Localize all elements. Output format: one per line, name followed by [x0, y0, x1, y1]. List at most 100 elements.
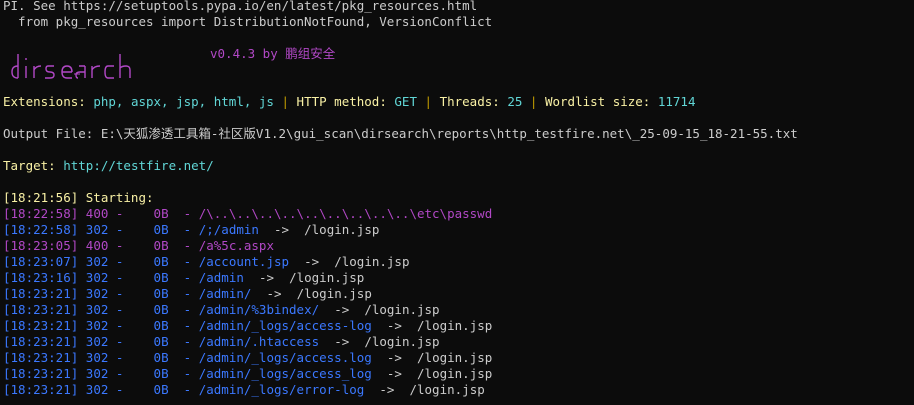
- redirect-arrow: ->: [274, 222, 290, 237]
- result-redirect: /login.jsp: [296, 286, 372, 301]
- result-path: - /admin/%3bindex/: [183, 302, 320, 317]
- result-redirect-group: -> /login.jsp: [372, 366, 492, 381]
- result-time: [18:22:58]: [3, 222, 79, 237]
- result-size: 0B: [153, 238, 169, 253]
- result-time: [18:23:16]: [3, 270, 79, 285]
- result-time: [18:22:58]: [3, 206, 79, 221]
- result-row: [18:23:05] 400 - 0B - /a%5c.aspx: [3, 238, 274, 254]
- extensions-value: php, aspx, jsp, html, js: [93, 94, 274, 109]
- result-path: - /admin/.htaccess: [183, 334, 320, 349]
- threads-label: Threads:: [439, 94, 500, 109]
- result-row: [18:23:21] 302 - 0B - /admin/.htaccess -…: [3, 334, 440, 350]
- result-time: [18:23:21]: [3, 302, 79, 317]
- result-redirect-group: -> /login.jsp: [259, 222, 379, 237]
- target-label: Target:: [3, 158, 56, 173]
- starting-line: [18:21:56] Starting:: [3, 190, 154, 205]
- separator: |: [529, 94, 538, 109]
- result-status: 400 -: [85, 238, 124, 253]
- result-path: - /admin/_logs/access_log: [183, 366, 372, 381]
- result-row: [18:23:21] 302 - 0B - /admin/ -> /login.…: [3, 286, 372, 302]
- output-file-line: Output File: E:\天狐渗透工具箱-社区版V1.2\gui_scan…: [3, 126, 798, 141]
- wordlist-value: 11714: [657, 94, 696, 109]
- target-url: http://testfire.net/: [63, 158, 214, 173]
- result-time: [18:23:07]: [3, 254, 79, 269]
- result-path: - /admin/_logs/access.log: [183, 350, 372, 365]
- redirect-arrow: ->: [386, 318, 402, 333]
- result-status: 302 -: [85, 382, 124, 397]
- method-value: GET: [394, 94, 417, 109]
- result-status: 302 -: [85, 334, 124, 349]
- redirect-arrow: ->: [379, 382, 395, 397]
- result-row: [18:23:21] 302 - 0B - /admin/_logs/error…: [3, 382, 485, 398]
- result-size: 0B: [153, 254, 169, 269]
- result-path: - /admin/: [183, 286, 252, 301]
- result-size: 0B: [153, 270, 169, 285]
- redirect-arrow: ->: [386, 350, 402, 365]
- result-redirect-group: -> /login.jsp: [289, 254, 409, 269]
- dirsearch-logo: [11, 54, 131, 79]
- result-path: - /;/admin: [183, 222, 259, 237]
- result-row: [18:23:21] 302 - 0B - /admin/_logs/acces…: [3, 318, 492, 334]
- result-status: 302 -: [85, 270, 124, 285]
- result-path: - /\..\..\..\..\..\..\..\..\..\etc\passw…: [183, 206, 493, 221]
- result-size: 0B: [153, 366, 169, 381]
- result-size: 0B: [153, 206, 169, 221]
- result-size: 0B: [153, 222, 169, 237]
- result-redirect: /login.jsp: [334, 254, 410, 269]
- result-row: [18:23:21] 302 - 0B - /admin/%3bindex/ -…: [3, 302, 440, 318]
- result-redirect: /login.jsp: [409, 382, 485, 397]
- result-redirect-group: -> /login.jsp: [372, 350, 492, 365]
- result-path: - /admin: [183, 270, 244, 285]
- result-status: 302 -: [85, 254, 124, 269]
- result-size: 0B: [153, 318, 169, 333]
- result-status: 302 -: [85, 318, 124, 333]
- result-time: [18:23:21]: [3, 366, 79, 381]
- redirect-arrow: ->: [304, 254, 320, 269]
- extensions-label: Extensions:: [3, 94, 86, 109]
- result-path: - /admin/_logs/error-log: [183, 382, 365, 397]
- wordlist-label: Wordlist size:: [544, 94, 651, 109]
- separator: |: [281, 94, 290, 109]
- result-time: [18:23:21]: [3, 350, 79, 365]
- result-redirect: /login.jsp: [417, 350, 493, 365]
- result-time: [18:23:21]: [3, 318, 79, 333]
- result-redirect-group: -> /login.jsp: [372, 318, 492, 333]
- terminal-window[interactable]: PI. See https://setuptools.pypa.io/en/la…: [0, 0, 914, 405]
- redirect-arrow: ->: [258, 270, 275, 285]
- warning-line-1: PI. See https://setuptools.pypa.io/en/la…: [3, 0, 478, 13]
- result-status: 302 -: [85, 350, 124, 365]
- result-status: 302 -: [85, 286, 124, 301]
- result-size: 0B: [153, 382, 169, 397]
- separator: |: [424, 94, 433, 109]
- result-time: [18:23:21]: [3, 334, 79, 349]
- redirect-arrow: ->: [334, 334, 350, 349]
- result-status: 302 -: [85, 302, 124, 317]
- method-label: HTTP method:: [296, 94, 387, 109]
- result-path: - /a%5c.aspx: [183, 238, 274, 253]
- config-line: Extensions: php, aspx, jsp, html, js | H…: [3, 94, 696, 110]
- result-row: [18:23:07] 302 - 0B - /account.jsp -> /l…: [3, 254, 409, 270]
- result-row: [18:22:58] 400 - 0B - /\..\..\..\..\..\.…: [3, 206, 492, 222]
- result-size: 0B: [153, 350, 169, 365]
- result-row: [18:23:21] 302 - 0B - /admin/_logs/acces…: [3, 366, 492, 382]
- redirect-arrow: ->: [386, 366, 402, 381]
- result-path: - /account.jsp: [183, 254, 290, 269]
- result-size: 0B: [153, 302, 169, 317]
- version-label: v0.4.3 by 鹏组安全: [210, 46, 336, 61]
- result-redirect-group: -> /login.jsp: [364, 382, 484, 397]
- result-status: 302 -: [85, 222, 124, 237]
- warning-line-2: from pkg_resources import DistributionNo…: [3, 14, 493, 29]
- result-size: 0B: [153, 334, 169, 349]
- result-size: 0B: [153, 286, 169, 301]
- result-status: 302 -: [85, 366, 124, 381]
- result-row: [18:22:58] 302 - 0B - /;/admin -> /login…: [3, 222, 379, 238]
- result-time: [18:23:21]: [3, 286, 79, 301]
- redirect-arrow: ->: [266, 286, 282, 301]
- result-redirect: /login.jsp: [364, 302, 440, 317]
- target-line: Target: http://testfire.net/: [3, 158, 214, 174]
- result-status: 400 -: [85, 206, 124, 221]
- result-redirect: /login.jsp: [417, 318, 493, 333]
- result-redirect-group: -> /login.jsp: [244, 270, 364, 285]
- result-row: [18:23:21] 302 - 0B - /admin/_logs/acces…: [3, 350, 492, 366]
- result-redirect: /login.jsp: [364, 334, 440, 349]
